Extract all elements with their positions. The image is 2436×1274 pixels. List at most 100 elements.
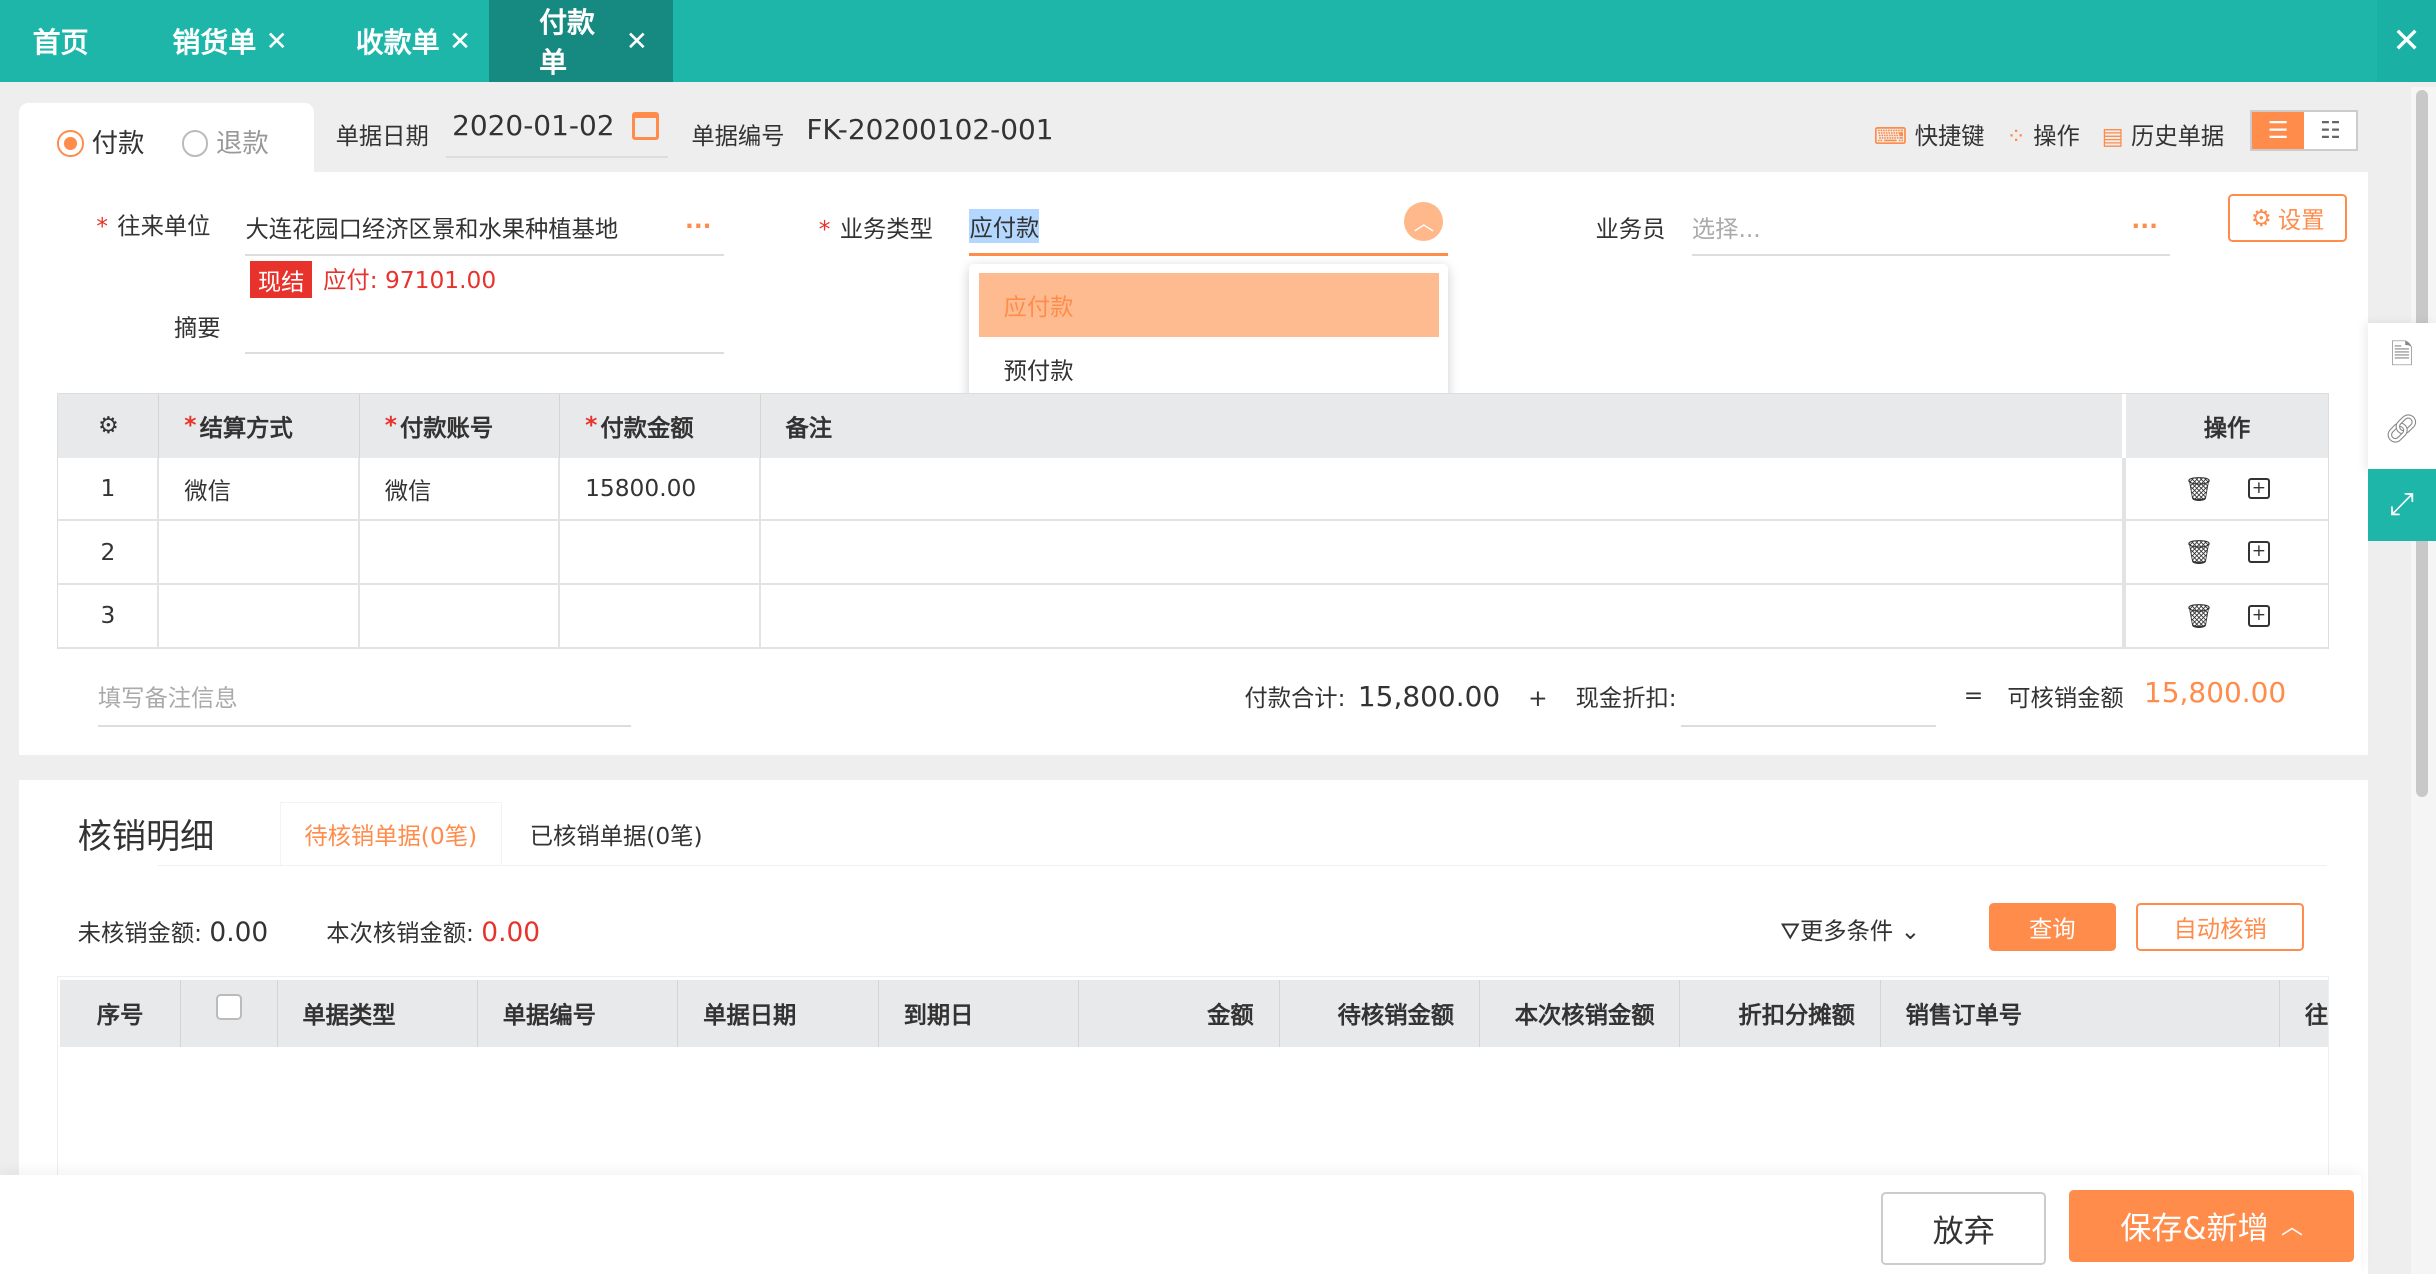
copy-add-icon[interactable]: + xyxy=(2248,605,2270,627)
select-all-checkbox[interactable] xyxy=(181,979,278,1047)
equals-sign: = xyxy=(1963,682,1984,710)
tab-receipt[interactable]: 收款单 ✕ xyxy=(331,0,496,82)
calendar-icon[interactable] xyxy=(632,111,659,140)
column-header: 金额 xyxy=(1079,979,1280,1047)
close-icon[interactable]: ✕ xyxy=(449,26,471,57)
tab-payment[interactable]: 付款单 ✕ xyxy=(489,0,673,83)
cell-note[interactable] xyxy=(761,457,2127,520)
actions-label: 操作 xyxy=(2033,122,2080,150)
history-button[interactable]: ▤ 历史单据 xyxy=(2102,117,2225,151)
pay-total-label: 付款合计: xyxy=(1244,684,1346,712)
query-button[interactable]: 查询 xyxy=(1988,902,2116,951)
cell-method[interactable] xyxy=(159,585,360,647)
summary-label: 摘要 xyxy=(174,315,221,343)
chevron-up-icon[interactable]: ︿ xyxy=(1404,201,1444,241)
cell-method[interactable] xyxy=(159,521,360,584)
tab-pending[interactable]: 待核销单据(0笔) xyxy=(279,801,502,866)
cell-method[interactable]: 微信 xyxy=(159,457,360,520)
row-actions: 🗑︎ + xyxy=(2126,521,2328,583)
tab-home[interactable]: 首页 xyxy=(8,0,114,82)
row-actions: 🗑︎ + xyxy=(2126,585,2328,647)
number-label: 单据编号 xyxy=(691,122,785,150)
checkbox[interactable] xyxy=(215,993,243,1021)
biz-type-value: 应付款 xyxy=(969,209,1040,244)
header-text: 付款账号 xyxy=(399,414,494,442)
partner-label: * 往来单位 xyxy=(96,212,211,240)
actions-button[interactable]: ⁘ 操作 xyxy=(2006,117,2080,151)
partner-field[interactable]: 大连花园口经济区景和水果种植基地 ··· xyxy=(245,199,724,257)
salesman-label: 业务员 xyxy=(1595,215,1666,243)
detail-view-icon[interactable]: ☷ xyxy=(2304,112,2357,149)
cell-no: 1 xyxy=(58,457,160,520)
row-actions: 🗑︎ + xyxy=(2126,458,2328,520)
document-icon: ▤ xyxy=(2101,122,2124,150)
more-icon[interactable]: ··· xyxy=(2131,213,2158,240)
cell-note[interactable] xyxy=(761,585,2127,647)
col-account: * 付款账号 xyxy=(359,394,561,458)
close-icon[interactable]: ✕ xyxy=(626,26,648,57)
tab-sales[interactable]: 销货单 ✕ xyxy=(148,0,313,82)
table-row: 3 🗑︎ + xyxy=(58,585,2328,649)
biz-type-select[interactable]: 应付款 xyxy=(969,199,1448,257)
keyboard-icon: ⌨ xyxy=(1873,122,1908,150)
auto-writeoff-button[interactable]: 自动核销 xyxy=(2136,902,2304,951)
tab-label: 付款单 xyxy=(539,6,595,80)
payable-text: 应付: 97101.00 xyxy=(323,267,497,294)
radio-pay[interactable]: 付款 xyxy=(57,121,144,160)
label: 保存&新增 xyxy=(2120,1211,2269,1248)
settle-badge: 现结 xyxy=(250,261,313,299)
summary-input[interactable] xyxy=(245,298,724,355)
close-all-icon[interactable]: ✕ xyxy=(2377,0,2436,83)
discard-button[interactable]: 放弃 xyxy=(1881,1191,2047,1265)
note-input[interactable]: 填写备注信息 xyxy=(97,679,631,728)
trash-icon[interactable]: 🗑︎ xyxy=(2184,602,2214,630)
label-text: 往来单位 xyxy=(117,212,211,240)
trash-icon[interactable]: 🗑︎ xyxy=(2184,475,2214,503)
discount-input[interactable] xyxy=(1680,671,1936,728)
save-new-button[interactable]: 保存&新增 ︿ xyxy=(2069,1190,2354,1262)
header-text: 付款金额 xyxy=(600,414,694,442)
settings-button[interactable]: ⚙ 设置 xyxy=(2227,194,2348,243)
cell-note[interactable] xyxy=(761,521,2127,584)
copy-add-icon[interactable]: + xyxy=(2248,541,2270,564)
salesman-field[interactable]: 选择... ··· xyxy=(1691,199,2171,257)
radio-icon[interactable] xyxy=(57,130,84,157)
column-header: 单据类型 xyxy=(277,979,478,1047)
number-value: FK-20200102-001 xyxy=(806,113,1054,147)
unwritten-amount: 未核销金额: 0.00 xyxy=(78,914,269,948)
cell-no: 3 xyxy=(58,585,160,647)
tab-done[interactable]: 已核销单据(0笔) xyxy=(530,817,703,851)
chevron-up-icon[interactable]: ︿ xyxy=(2281,1210,2303,1241)
close-icon[interactable]: ✕ xyxy=(266,26,288,57)
cell-amount[interactable] xyxy=(560,521,761,584)
shortcut-button[interactable]: ⌨ 快捷键 xyxy=(1874,117,1985,151)
radio-refund[interactable]: 退款 xyxy=(181,121,269,160)
option-prepaid[interactable]: 预付款 xyxy=(969,337,1448,401)
more-icon[interactable]: ··· xyxy=(685,213,712,240)
option-payable[interactable]: 应付款 xyxy=(978,273,1439,338)
link-icon[interactable]: 🔗︎ xyxy=(2368,393,2436,463)
column-header: 折扣分摊额 xyxy=(1680,979,1881,1047)
radio-label: 付款 xyxy=(91,128,145,160)
column-settings-icon[interactable]: ⚙ xyxy=(58,394,160,458)
scrollbar[interactable] xyxy=(2411,87,2436,1274)
column-header: 到期日 xyxy=(878,979,1080,1047)
radio-icon[interactable] xyxy=(181,130,209,157)
cell-amount[interactable] xyxy=(560,585,761,647)
gear-icon: ⚙ xyxy=(2250,204,2272,232)
tab-label: 收款单 xyxy=(355,26,440,60)
value: 0.00 xyxy=(481,916,541,948)
totals-row: 付款合计: 15,800.00 + 现金折扣: xyxy=(1244,679,1676,713)
cell-account[interactable] xyxy=(360,585,561,647)
trash-icon[interactable]: 🗑︎ xyxy=(2184,538,2214,566)
cell-account[interactable]: 微信 xyxy=(360,457,561,520)
cell-account[interactable] xyxy=(360,521,561,584)
copy-add-icon[interactable]: + xyxy=(2248,477,2270,500)
expand-icon[interactable]: ⤢ xyxy=(2367,469,2436,541)
label-text: 业务类型 xyxy=(839,215,933,243)
inbox-icon[interactable]: 🗎 xyxy=(2368,323,2436,393)
list-view-icon[interactable]: ☰ xyxy=(2251,112,2305,149)
cell-amount[interactable]: 15800.00 xyxy=(560,457,761,520)
label: 本次核销金额: xyxy=(326,919,474,947)
more-filters-button[interactable]: ⛛更多条件 ⌄ xyxy=(1780,912,1920,946)
